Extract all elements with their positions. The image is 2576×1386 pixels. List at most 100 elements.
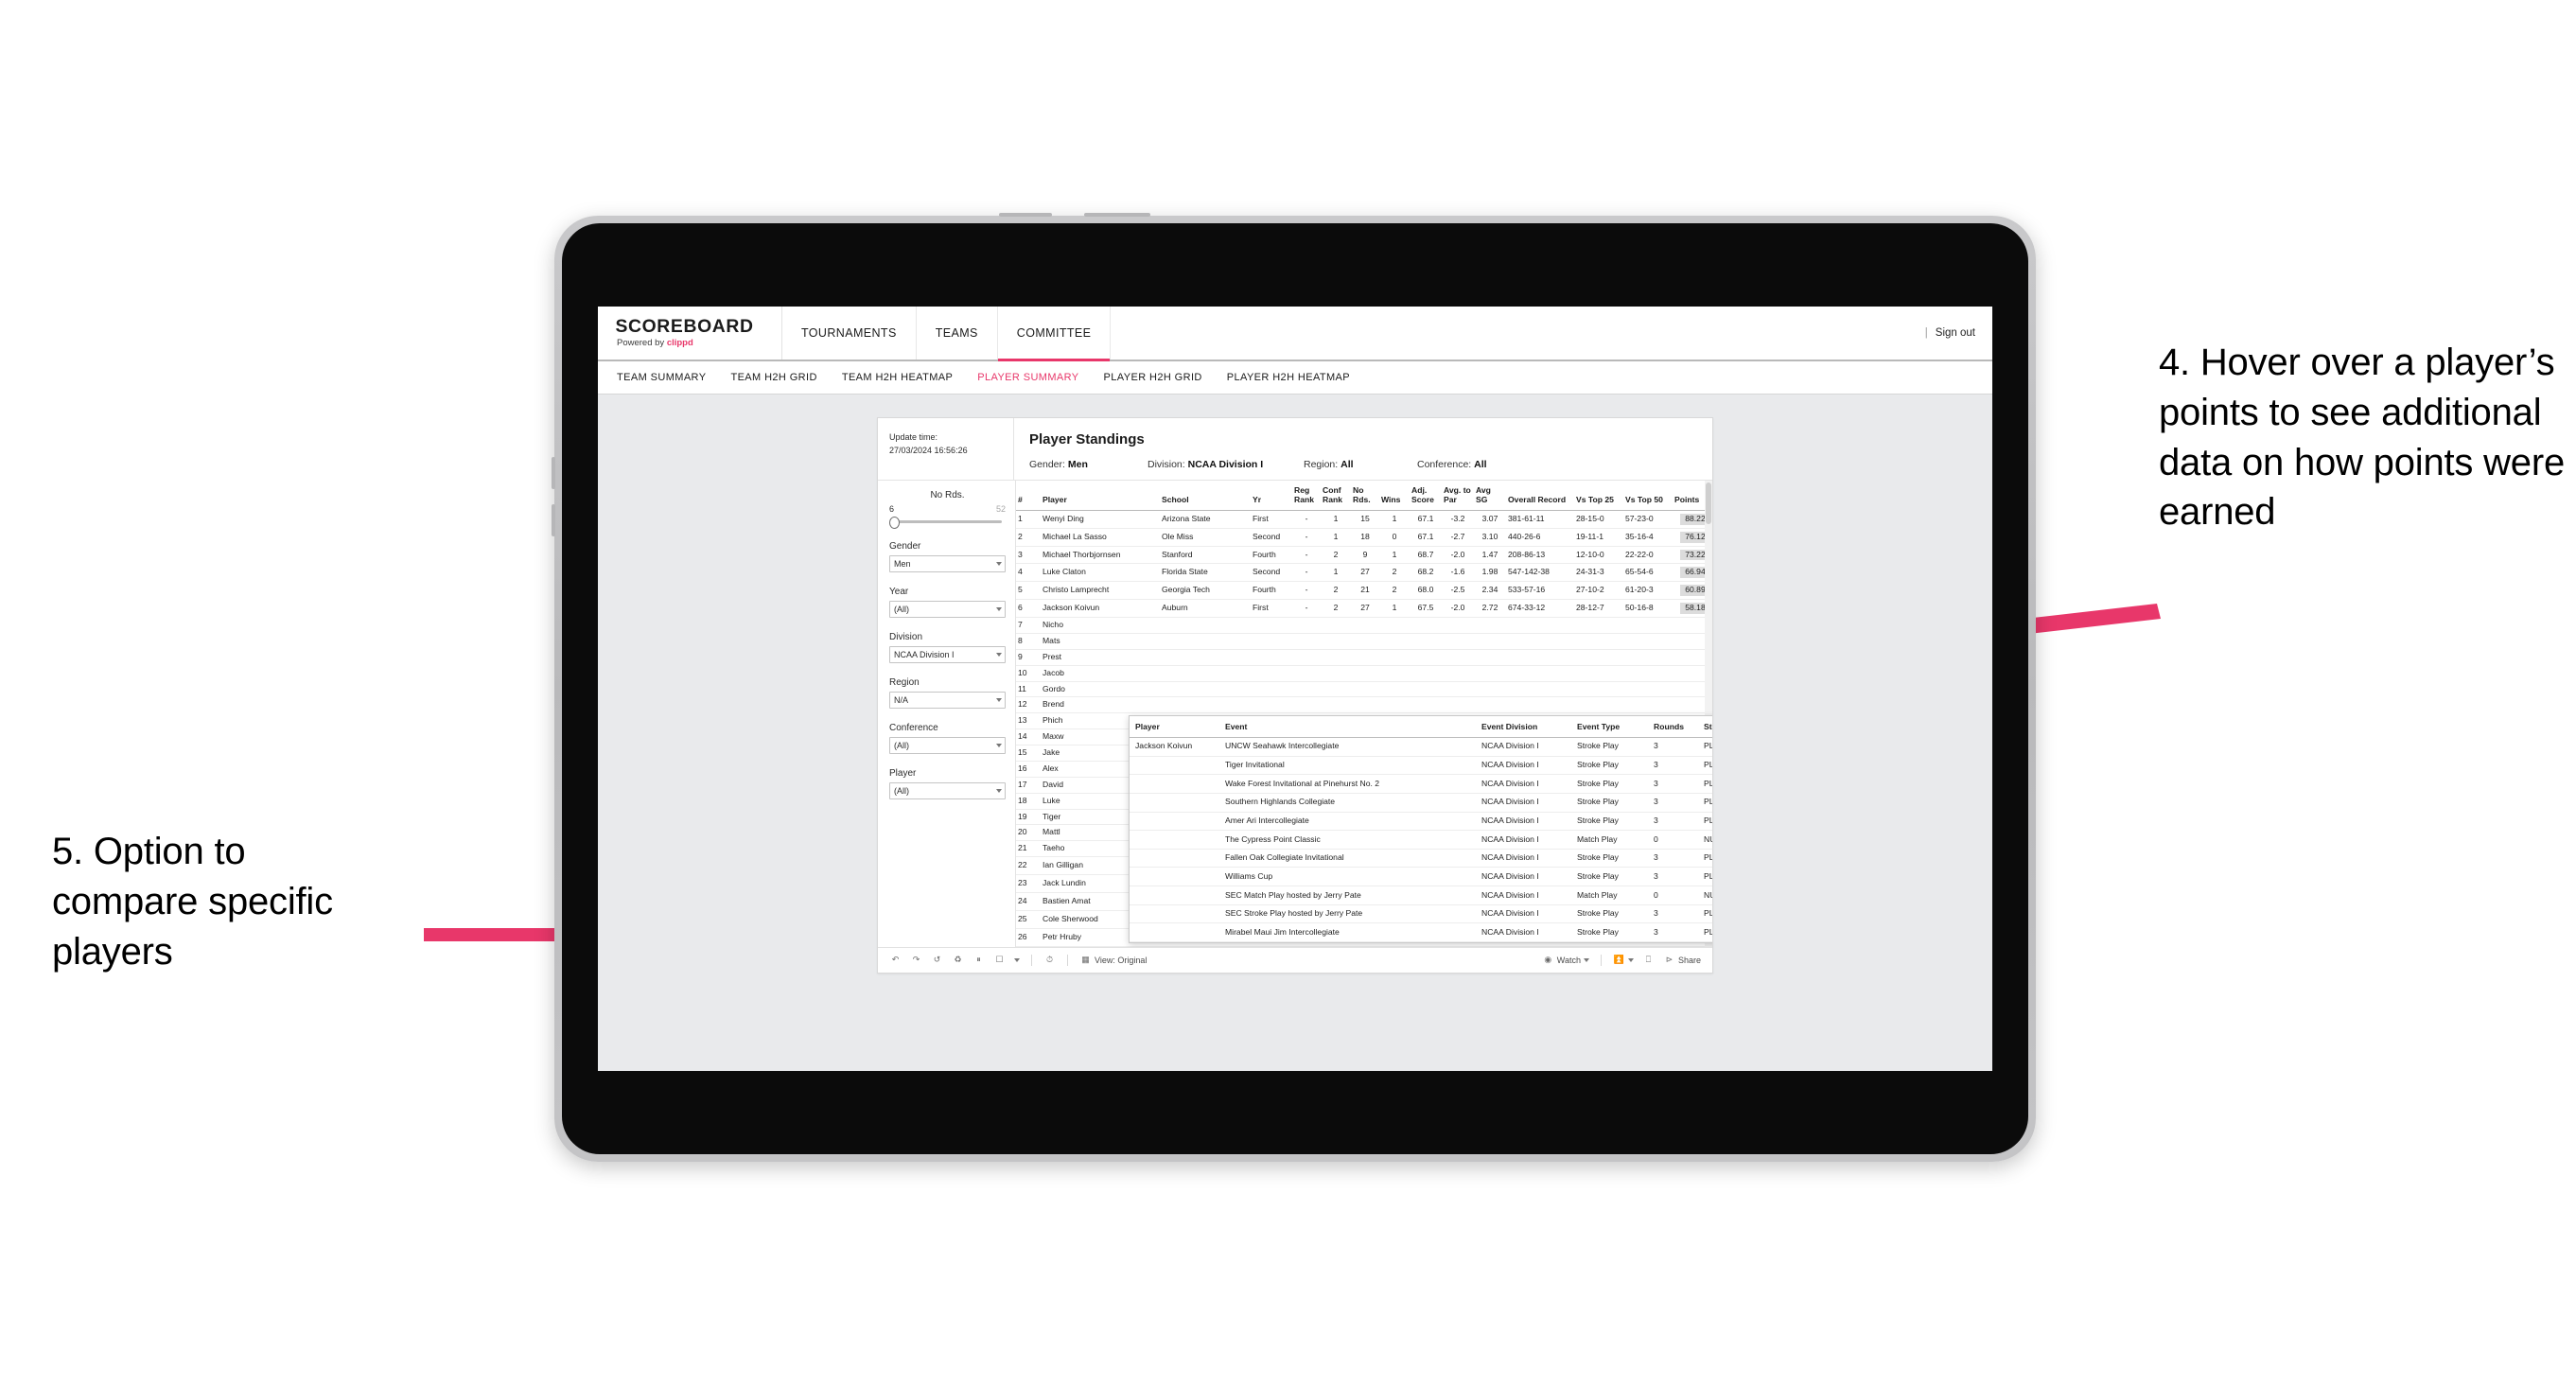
cell-player: Michael Thorbjornsen	[1041, 546, 1160, 565]
table-row[interactable]: 7 Nicho	[1016, 617, 1712, 634]
subnav-item-player-h2h-heatmap[interactable]: PLAYER H2H HEATMAP	[1227, 372, 1350, 383]
subnav-item-team-summary[interactable]: TEAM SUMMARY	[617, 372, 706, 383]
slider-range-values: 6 52	[889, 504, 1006, 514]
col-header-avg-sg[interactable]: Avg SG	[1474, 481, 1506, 511]
cell-wins: 2	[1379, 581, 1410, 601]
scrollbar-thumb[interactable]	[1706, 482, 1711, 524]
table-row[interactable]: 2 Michael La Sasso Ole Miss Second -1 18 0 67.1…	[1016, 528, 1712, 547]
cell-par: -2.0	[1442, 546, 1474, 565]
watch-button[interactable]: ◉ Watch	[1542, 954, 1589, 966]
subnav-item-team-h2h-heatmap[interactable]: TEAM H2H HEATMAP	[842, 372, 953, 383]
cell-conf: 2	[1321, 599, 1351, 618]
subnav-item-team-h2h-grid[interactable]: TEAM H2H GRID	[730, 372, 816, 383]
refresh-data-icon[interactable]: ♻	[952, 954, 964, 966]
col-header-vs-top-50[interactable]: Vs Top 50	[1623, 481, 1673, 511]
tooltip-col-status: Status	[1698, 716, 1712, 738]
filter-player-select[interactable]: (All)	[889, 782, 1006, 799]
tooltip-cell-player	[1130, 756, 1219, 776]
nav-item-committee[interactable]: COMMITTEE	[997, 307, 1112, 361]
cell-t50: 22-22-0	[1623, 546, 1673, 565]
cell-sg: 2.72	[1474, 599, 1506, 618]
col-header-avg-to-par[interactable]: Avg. to Par	[1442, 481, 1474, 511]
table-row[interactable]: 4 Luke Claton Florida State Second -1 27 2 68.2…	[1016, 563, 1712, 583]
subnav-item-player-h2h-grid[interactable]: PLAYER H2H GRID	[1104, 372, 1202, 383]
table-row[interactable]: 12 Brend	[1016, 696, 1712, 714]
nav-item-tournaments[interactable]: TOURNAMENTS	[782, 307, 917, 360]
cell-conf	[1321, 665, 1351, 682]
undo-icon[interactable]: ↶	[889, 954, 902, 966]
cell-par	[1442, 649, 1474, 666]
cell-t50	[1623, 665, 1673, 682]
table-row[interactable]: 11 Gordo	[1016, 681, 1712, 698]
cell-par: -2.7	[1442, 528, 1474, 547]
filter-gender-select[interactable]: Men	[889, 555, 1006, 572]
cell-adj	[1410, 665, 1442, 682]
alerts-icon[interactable]: ☐	[993, 954, 1006, 966]
table-row[interactable]: 5 Christo Lamprecht Georgia Tech Fourth -2 21…	[1016, 581, 1712, 601]
header-divider: |	[1924, 327, 1928, 339]
cell-player: Wenyi Ding	[1041, 510, 1160, 529]
slider-min-value: 6	[889, 504, 895, 514]
filter-year-select[interactable]: (All)	[889, 601, 1006, 618]
brand-subtitle: Powered by clippd	[617, 339, 761, 348]
chevron-down-icon[interactable]	[1014, 957, 1020, 962]
revert-icon[interactable]: ↺	[931, 954, 943, 966]
col-header-yr[interactable]: Yr	[1251, 481, 1292, 511]
sign-out-link[interactable]: Sign out	[1936, 327, 1975, 339]
filter-conference-select[interactable]: (All)	[889, 737, 1006, 754]
redo-icon[interactable]: ↷	[910, 954, 922, 966]
col-header-no-rds[interactable]: No Rds.	[1351, 481, 1379, 511]
col-header-vs-top-25[interactable]: Vs Top 25	[1574, 481, 1623, 511]
slider-track-bar	[891, 520, 1002, 523]
cell-player: Prest	[1041, 649, 1160, 666]
pause-updates-icon[interactable]: ⏸	[973, 954, 985, 966]
tooltip-col-event: Event	[1219, 716, 1476, 738]
view-original-button[interactable]: ▦ View: Original	[1079, 954, 1147, 966]
cell-rank: 20	[1016, 824, 1041, 842]
cell-rank: 3	[1016, 546, 1041, 565]
col-header-conf-rank[interactable]: Conf Rank	[1321, 481, 1351, 511]
col-header-rank[interactable]: #	[1016, 481, 1041, 511]
download-button[interactable]: ⏫	[1613, 954, 1634, 966]
cell-adj	[1410, 649, 1442, 666]
cell-rds	[1351, 633, 1379, 650]
table-row[interactable]: 6 Jackson Koivun Auburn First -2 27 1 67.5 -2.0 2…	[1016, 599, 1712, 618]
app-header: SCOREBOARD Powered by clippd TOURNAMENTS…	[598, 307, 1992, 361]
slider-handle[interactable]	[889, 517, 900, 529]
col-header-wins[interactable]: Wins	[1379, 481, 1410, 511]
table-row[interactable]: 9 Prest	[1016, 649, 1712, 666]
col-header-adj-score[interactable]: Adj. Score	[1410, 481, 1442, 511]
col-header-overall-record[interactable]: Overall Record	[1506, 481, 1574, 511]
nav-item-teams[interactable]: TEAMS	[917, 307, 998, 360]
col-header-player[interactable]: Player	[1041, 481, 1160, 511]
filter-division-select[interactable]: NCAA Division I	[889, 646, 1006, 663]
cell-t50	[1623, 633, 1673, 650]
range-slider[interactable]	[889, 516, 1006, 529]
cell-record	[1506, 681, 1574, 698]
cell-t25	[1574, 649, 1623, 666]
table-row[interactable]: 8 Mats	[1016, 633, 1712, 650]
tooltip-cell-event: Williams Cup	[1219, 867, 1476, 887]
history-icon[interactable]: ⏱	[1043, 954, 1056, 966]
cell-adj	[1410, 696, 1442, 714]
table-row[interactable]: 3 Michael Thorbjornsen Stanford Fourth -2 9 1 6…	[1016, 546, 1712, 565]
cell-wins: 2	[1379, 563, 1410, 583]
filter-region-select[interactable]: N/A	[889, 692, 1006, 709]
col-header-reg-rank[interactable]: Reg Rank	[1292, 481, 1321, 511]
toolbar-divider	[1067, 954, 1068, 966]
tooltip-cell-rounds: 3	[1648, 793, 1698, 813]
table-row[interactable]: 10 Jacob	[1016, 665, 1712, 682]
cell-rank: 15	[1016, 745, 1041, 762]
fullscreen-icon[interactable]: ⎕	[1642, 954, 1655, 966]
table-row[interactable]: 1 Wenyi Ding Arizona State First -1 15 1 67.1 -3…	[1016, 510, 1712, 529]
brand-logo[interactable]: SCOREBOARD Powered by clippd	[598, 307, 782, 360]
cell-rank: 12	[1016, 696, 1041, 714]
subnav-item-player-summary[interactable]: PLAYER SUMMARY	[977, 372, 1078, 383]
cell-reg: -	[1292, 528, 1321, 547]
filter-conference: Conference (All)	[889, 723, 1006, 754]
dashboard-toolbar: ↶ ↷ ↺ ♻ ⏸ ☐ ⏱ ▦ View: Original ◉ Watch ⏫…	[878, 946, 1712, 973]
share-button[interactable]: ⊳ Share	[1663, 954, 1701, 966]
cell-player: Brend	[1041, 696, 1160, 714]
tooltip-cell-event: Southern Highlands Collegiate	[1219, 793, 1476, 813]
col-header-school[interactable]: School	[1160, 481, 1251, 511]
